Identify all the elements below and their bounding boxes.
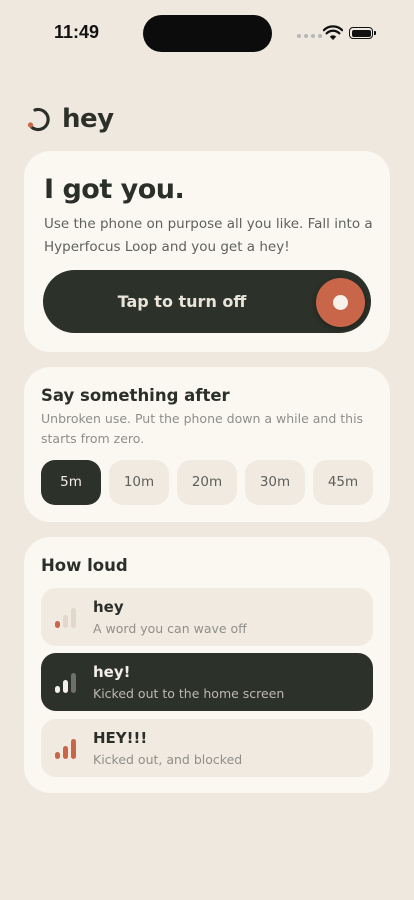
delay-description: Unbroken use. Put the phone down a while… — [41, 411, 364, 446]
loudness-title: How loud — [41, 556, 128, 575]
delay-option-10m[interactable]: 10m — [109, 460, 169, 505]
brand-header: hey — [26, 104, 114, 134]
battery-icon — [349, 27, 376, 39]
signal-dots-icon — [297, 34, 322, 38]
hero-title: I got you. — [44, 174, 185, 205]
status-bar: 11:49 — [0, 0, 414, 60]
toggle-knob[interactable] — [316, 278, 365, 327]
volume-level-2-icon — [55, 671, 81, 693]
volume-level-3-icon — [55, 737, 81, 759]
delay-title: Say something after — [41, 386, 230, 405]
loudness-option-hey-caps[interactable]: HEY!!! Kicked out, and blocked — [41, 719, 373, 777]
toggle-knob-dot — [333, 295, 348, 310]
dynamic-island — [143, 15, 272, 52]
status-time: 11:49 — [54, 22, 100, 42]
option-name: hey! — [93, 663, 131, 681]
option-name: HEY!!! — [93, 729, 148, 747]
delay-option-5m[interactable]: 5m — [41, 460, 101, 505]
delay-card: Say something after Unbroken use. Put th… — [24, 367, 390, 522]
volume-level-1-icon — [55, 606, 81, 628]
option-description: A word you can wave off — [93, 621, 247, 636]
delay-option-30m[interactable]: 30m — [245, 460, 305, 505]
wifi-icon — [323, 25, 343, 40]
loudness-card: How loud hey A word you can wave off hey… — [24, 537, 390, 793]
loudness-option-hey[interactable]: hey A word you can wave off — [41, 588, 373, 646]
option-description: Kicked out to the home screen — [93, 686, 285, 701]
status-card: I got you. Use the phone on purpose all … — [24, 151, 390, 352]
toggle-label: Tap to turn off — [117, 292, 247, 311]
delay-option-20m[interactable]: 20m — [177, 460, 237, 505]
turn-off-toggle[interactable]: Tap to turn off — [43, 270, 371, 333]
option-name: hey — [93, 598, 124, 616]
brand-name: hey — [62, 104, 114, 134]
option-description: Kicked out, and blocked — [93, 752, 243, 767]
delay-options: 5m 10m 20m 30m 45m — [41, 460, 373, 505]
hero-description: Use the phone on purpose all you like. F… — [44, 216, 373, 255]
loudness-option-hey-bang[interactable]: hey! Kicked out to the home screen — [41, 653, 373, 711]
delay-option-45m[interactable]: 45m — [313, 460, 373, 505]
loop-spinner-icon — [27, 107, 50, 132]
